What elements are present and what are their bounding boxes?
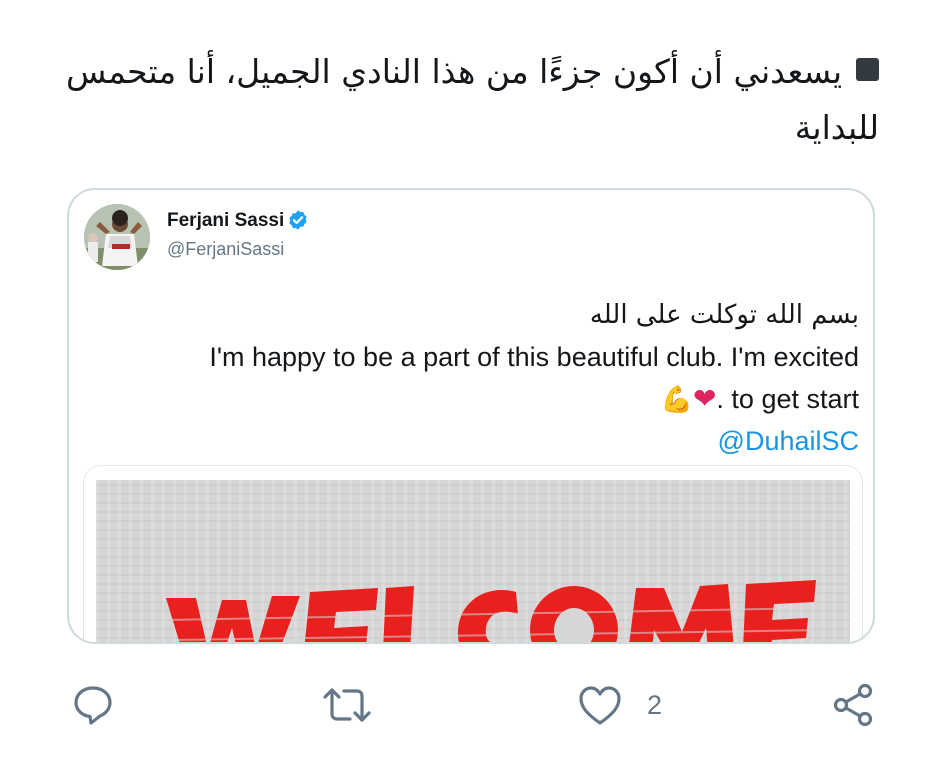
tweet-text-block: يسعدني أن أكون جزءًا من هذا النادي الجمي… [59, 44, 879, 156]
share-icon [833, 683, 873, 727]
retweet-button[interactable] [320, 680, 374, 730]
reply-icon [74, 686, 112, 725]
welcome-graphic [165, 580, 827, 642]
reply-button[interactable] [70, 680, 116, 730]
quoted-tweet-line-2: . to get start [716, 384, 859, 414]
avatar[interactable] [84, 204, 150, 270]
retweet-icon [323, 688, 371, 722]
quoted-tweet-line-1: I'm happy to be a part of this beautiful… [209, 342, 859, 372]
tweet: يسعدني أن أكون جزءًا من هذا النادي الجمي… [0, 0, 927, 759]
mention-link[interactable]: @DuhailSC [79, 420, 859, 462]
quoted-tweet-line-arabic: بسم الله توكلت على الله [589, 300, 859, 330]
like-button[interactable]: 2 [577, 680, 662, 730]
author-handle[interactable]: @FerjaniSassi [167, 239, 284, 260]
tweet-text: يسعدني أن أكون جزءًا من هذا النادي الجمي… [66, 52, 879, 147]
red-heart-emoji-icon: ❤ [692, 383, 717, 414]
heart-icon [579, 686, 621, 725]
verified-badge-icon [289, 210, 307, 230]
share-button[interactable] [830, 680, 876, 730]
quoted-tweet-line-2-wrap: 💪❤. to get start [79, 378, 859, 420]
media-image[interactable] [83, 465, 863, 642]
author-name[interactable]: Ferjani Sassi [167, 210, 284, 232]
flexed-biceps-emoji-icon: 💪 [660, 384, 693, 414]
welcome-poster [96, 480, 850, 642]
quoted-tweet-card[interactable]: Ferjani Sassi @FerjaniSassi بسم الله توك… [67, 188, 875, 644]
action-bar: 2 [0, 680, 927, 740]
like-count: 2 [647, 689, 663, 720]
quoted-tweet-text: بسم الله توكلت على الله I'm happy to be … [79, 294, 859, 462]
bullet-square-icon [856, 58, 879, 81]
